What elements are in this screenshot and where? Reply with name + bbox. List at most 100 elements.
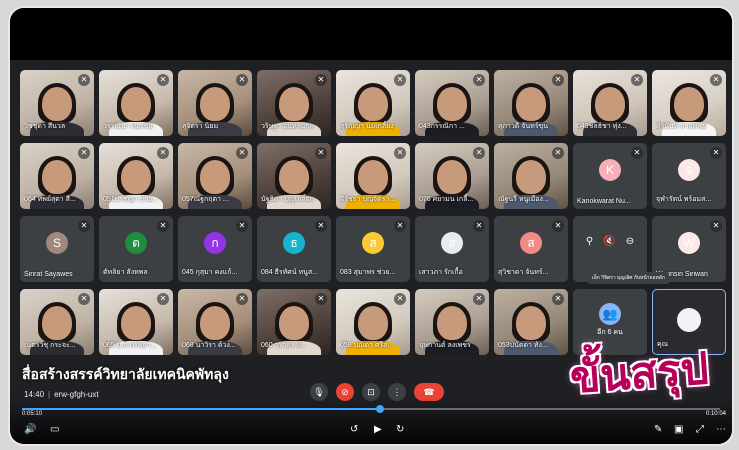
participant-tile[interactable]: ✕ ศิรินันท์ สายทิพย์	[652, 70, 726, 136]
participant-face	[200, 160, 230, 195]
participant-name: 058 ปณิดา ศรีส...	[340, 342, 394, 349]
participant-name: สุภาวดี จันทร์ขุน	[498, 123, 549, 130]
participant-tile[interactable]: ✕ สุภาวดี จันทร์ขุน	[494, 70, 568, 136]
mic-off-icon: ✕	[552, 293, 564, 305]
mic-off-icon: ✕	[552, 220, 564, 232]
participant-name: เนตรวิชุ กระจะ...	[24, 342, 76, 349]
video-player-bar: 0:05:10 0:10:04 🔊 ▭ ↺ ▶ ↻ ✎ ▣ ⤢ ⋯	[10, 398, 732, 444]
more-vert-icon: ⋮	[392, 387, 402, 397]
more-icon[interactable]: ⋯	[716, 424, 726, 435]
participant-tile[interactable]: ส ✕ 083 สุมาพร ช่วย...	[336, 216, 410, 282]
mic-off-icon: ✕	[315, 74, 327, 86]
participant-face	[121, 87, 151, 122]
play-icon[interactable]: ▶	[374, 424, 382, 435]
participant-face	[437, 160, 467, 195]
participant-tile[interactable]: ✕ 057ณัฐกฤตา ...	[178, 143, 252, 209]
mic-off-icon: ✕	[157, 293, 169, 305]
participant-tile[interactable]: ต ✕ ตัทลิยา สังทพล	[99, 216, 173, 282]
participant-tile[interactable]: ✕ สุรัญญา นิ่มเกลี้ยง	[336, 70, 410, 136]
participant-tile[interactable]: ✕ 051ปริชญา ช่วย...	[99, 143, 173, 209]
participant-name: 064 ทิพย์สุดา สี...	[24, 196, 76, 203]
participant-tile[interactable]: ก ✕ 045 กุสุมา คงแก้...	[178, 216, 252, 282]
pin-icon[interactable]: ⚲	[586, 236, 593, 247]
participant-tile[interactable]: ส ✕ สุวิชาดา จันทร์...	[494, 216, 568, 282]
participant-tile[interactable]: ✕ ณัฐนรี หนูเมือง...	[494, 143, 568, 209]
participant-tile[interactable]: ✕ สุจิตรา นิยม	[178, 70, 252, 136]
mic-off-icon: ✕	[473, 147, 485, 159]
participant-tile[interactable]: ธ ✕ 084 ธีรทัศน์ หนูส...	[257, 216, 331, 282]
participant-tile[interactable]: ✕ 043กรรณิกา ...	[415, 70, 489, 136]
participant-name: Kanokwarat Nu...	[577, 198, 631, 205]
participant-tile[interactable]: ✕ จีรัชยา บุญจิตรา...	[336, 143, 410, 209]
participant-face	[121, 160, 151, 195]
participant-tile[interactable]: ✕ 064 ทิพย์สุดา สี...	[20, 143, 94, 209]
participant-tile[interactable]: ✕ 058 ปณิดา ศรีส...	[336, 289, 410, 355]
participant-tile[interactable]: ✕ วริษฐา อินทรนาค	[257, 70, 331, 136]
participant-tile[interactable]: ✕ วิชชุดา สีนวล	[20, 70, 94, 136]
participant-name: ตัทลิยา สังทพล	[103, 269, 148, 276]
participant-tile[interactable]: ✕ 049ชลธิชา ทุ่ง...	[573, 70, 647, 136]
participant-name: จีรัชยา บุญจิตรา...	[340, 196, 396, 203]
remove-icon[interactable]: ⊖	[626, 236, 634, 247]
mic-off-icon: ✕	[78, 220, 90, 232]
participant-tile[interactable]: K ✕ Kanokwarat Nu...	[573, 143, 647, 209]
participant-name: บุษกานต์ ลงเพชร	[419, 342, 471, 349]
participant-tile[interactable]: ✕ 065 ม.ส.ทรัพยา...	[99, 289, 173, 355]
progress-track[interactable]	[22, 405, 720, 413]
participant-tile[interactable]: ✕ วรรณิษา ทองชัย	[99, 70, 173, 136]
participant-tile[interactable]: ✕ เนตรวิชุ กระจะ...	[20, 289, 94, 355]
avatar: K	[599, 159, 621, 181]
avatar: W	[678, 232, 700, 254]
participant-face	[200, 87, 230, 122]
mic-off-icon: ✕	[315, 293, 327, 305]
edit-icon[interactable]: ✎	[654, 424, 662, 435]
participant-name: สุวิชาดา จันทร์...	[498, 269, 549, 276]
participant-face	[595, 87, 625, 122]
progress-knob[interactable]	[376, 405, 385, 413]
mic-off-icon: ✕	[315, 220, 327, 232]
picture-in-picture-icon[interactable]: ▣	[674, 424, 683, 435]
mic-icon: 🎙	[313, 387, 325, 397]
participant-face	[437, 306, 467, 341]
participant-name: 065 ม.ส.ทรัพยา...	[103, 342, 157, 349]
mic-off-icon: ✕	[710, 74, 722, 86]
video-frame: ✕ วิชชุดา สีนวล ✕ วรรณิษา ทองชัย ✕ สุจิตรา นิ…	[10, 8, 732, 444]
rewind-icon[interactable]: ↺	[350, 424, 358, 435]
phone-hangup-icon: ☎	[423, 387, 435, 397]
present-icon: ⊡	[367, 387, 375, 397]
more-people-icon: 👥	[599, 303, 621, 325]
participant-tile[interactable]: ✕ นัฐธิดา บุญเกลิ้ยก	[257, 143, 331, 209]
avatar: ต	[125, 232, 147, 254]
volume-icon[interactable]: 🔊	[24, 424, 36, 435]
participant-tile[interactable]: ✕ 060 วราธร ห้...	[257, 289, 331, 355]
participant-name: 051ปริชญา ช่วย...	[103, 196, 159, 203]
mute-icon[interactable]: 🔇	[603, 236, 615, 247]
mic-off-icon: ✕	[710, 220, 722, 232]
participant-grid: ✕ วิชชุดา สีนวล ✕ วรรณิษา ทองชัย ✕ สุจิตรา นิ…	[20, 70, 730, 355]
participant-face	[279, 160, 309, 195]
participant-name: 076 ศยามน เกลี้...	[419, 196, 474, 203]
mic-off-icon: ✕	[236, 293, 248, 305]
forward-icon[interactable]: ↻	[396, 424, 404, 435]
participant-name: นัฐธิดา บุญเกลิ้ยก	[261, 196, 315, 203]
participant-name: Sirirat Sayawes	[24, 271, 73, 278]
mic-off-icon: ✕	[157, 147, 169, 159]
participant-face	[516, 306, 546, 341]
avatar: ธ	[283, 232, 305, 254]
participant-face	[279, 87, 309, 122]
participant-face	[121, 306, 151, 341]
participant-tile[interactable]: ✕ 068 นาวิรา ด้วง...	[178, 289, 252, 355]
fullscreen-icon[interactable]: ⤢	[696, 424, 704, 435]
participant-tile[interactable]: ส ✕ เสาวภา รักเกื้อ	[415, 216, 489, 282]
participant-tile[interactable]: ✕ 076 ศยามน เกลี้...	[415, 143, 489, 209]
black-top-bar	[10, 8, 732, 60]
participant-face	[674, 87, 704, 122]
mic-off-icon: ✕	[394, 220, 406, 232]
participant-tile[interactable]: ✕ 053ปนัดดา ทัง...	[494, 289, 568, 355]
participant-name: 084 ธีรทัศน์ หนูส...	[261, 269, 318, 276]
mic-off-icon: ✕	[78, 293, 90, 305]
participant-tile[interactable]: ✕ บุษกานต์ ลงเพชร	[415, 289, 489, 355]
participant-tile[interactable]: จ ✕ จุฬารัตน์ พร้อมส...	[652, 143, 726, 209]
captions-icon[interactable]: ▭	[50, 424, 59, 435]
participant-tile[interactable]: S ✕ Sirirat Sayawes	[20, 216, 94, 282]
